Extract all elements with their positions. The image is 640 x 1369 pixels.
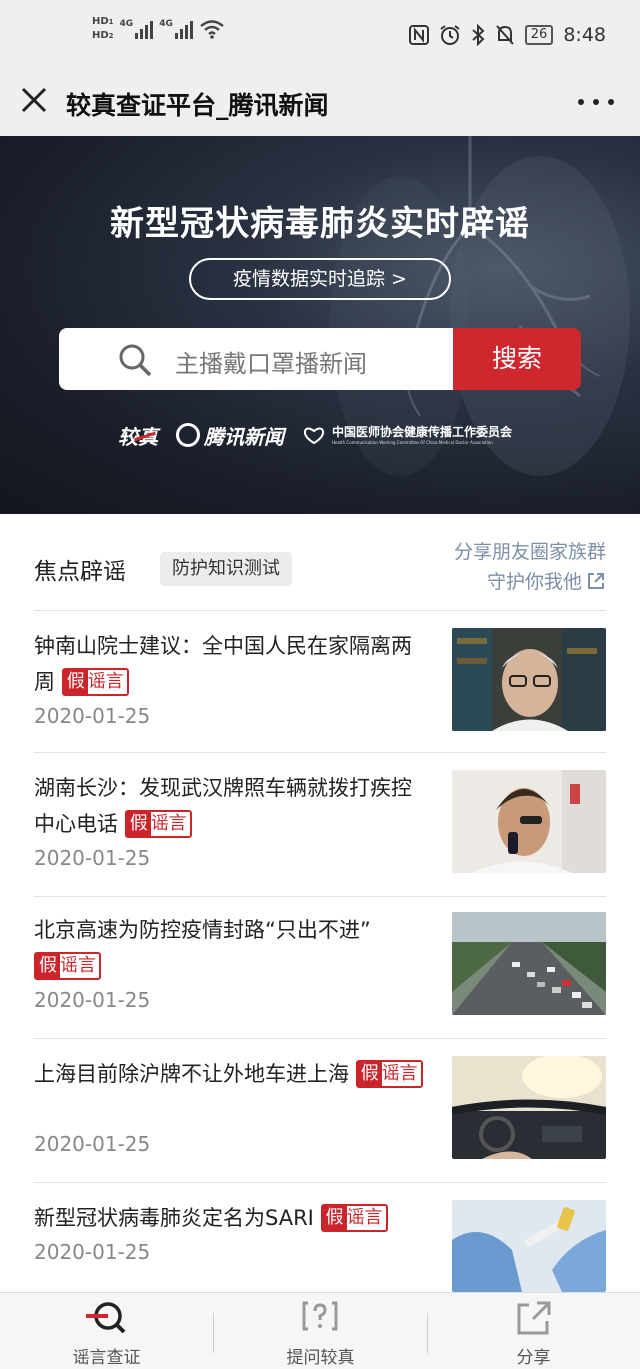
mute-bell-icon	[496, 25, 514, 45]
dot-icon	[593, 99, 599, 105]
rumor-tag: 假谣言	[320, 1204, 388, 1232]
question-bubble-icon	[302, 1301, 338, 1331]
news-item[interactable]: 北京高速为防控疫情封路“只出不进” 假谣言 2020-01-25	[34, 912, 606, 1016]
news-title: 钟南山院士建议：全中国人民在家隔离两周 假谣言	[34, 634, 412, 696]
news-item[interactable]: 新型冠状病毒肺炎定名为SARI 假谣言 2020-01-25	[34, 1200, 606, 1292]
nav-label: 谣言查证	[72, 1348, 141, 1368]
tencent-news-mark-icon	[176, 423, 200, 447]
battery-indicator: 26	[524, 25, 554, 45]
jiaozhen-logo: 较真	[118, 421, 158, 450]
title-bar: 较真查证平台_腾讯新闻	[0, 70, 640, 136]
news-title: 湖南长沙：发现武汉牌照车辆就拨打疾控中心电话 假谣言	[34, 776, 412, 838]
nav-label: 分享	[516, 1348, 551, 1368]
news-date: 2020-01-25	[34, 846, 151, 870]
signal-icon-2: 4G	[159, 19, 193, 39]
divider	[34, 1038, 606, 1039]
doctor-association-logo: 中国医师协会健康传播工作委员会 Health Communication Wor…	[302, 425, 512, 446]
lung-background-image	[330, 136, 630, 476]
news-date: 2020-01-25	[34, 1132, 151, 1156]
nav-share[interactable]: 分享	[427, 1293, 640, 1369]
dot-icon	[608, 99, 614, 105]
news-title: 新型冠状病毒肺炎定名为SARI 假谣言	[34, 1200, 424, 1236]
share-line-2: 守护你我他	[486, 571, 582, 593]
dot-icon	[578, 99, 584, 105]
hd-indicators: HD1 HD2	[92, 16, 114, 42]
divider	[34, 752, 606, 753]
rumor-tag: 假谣言	[124, 810, 192, 838]
news-title: 上海目前除沪牌不让外地车进上海 假谣言	[34, 1056, 424, 1092]
news-thumbnail-image	[452, 628, 606, 731]
news-thumbnail-image	[452, 912, 606, 1015]
partner-logos: 较真 腾讯新闻 中国医师协会健康传播工作委员会 Health Communica…	[118, 418, 512, 452]
status-time: 8:48	[563, 24, 606, 46]
hero-title: 新型冠状病毒肺炎实时辟谣	[110, 204, 530, 244]
rumor-tag: 假谣言	[34, 952, 101, 980]
news-title: 北京高速为防控疫情封路“只出不进” 假谣言	[34, 912, 424, 984]
rumor-tag: 假谣言	[355, 1060, 423, 1088]
association-emblem-icon	[303, 427, 325, 445]
status-bar: HD1 HD2 4G 4G 26 8:48	[0, 0, 640, 70]
external-share-icon	[588, 573, 604, 589]
hd-indicator-1: HD1	[92, 16, 114, 27]
divider	[34, 896, 606, 897]
hd-indicator-2: HD2	[92, 30, 114, 41]
association-name-en: Health Communication Working Committee O…	[332, 439, 493, 445]
wifi-icon	[200, 20, 224, 39]
news-date: 2020-01-25	[34, 988, 151, 1012]
search-icon	[119, 344, 152, 377]
share-line-1: 分享朋友圈家族群	[453, 541, 606, 563]
focus-section-title: 焦点辟谣	[34, 559, 126, 585]
bluetooth-icon	[472, 24, 485, 46]
search-input[interactable]: 主播戴口罩播新闻	[59, 328, 453, 390]
more-options-button[interactable]	[578, 92, 614, 112]
signal-icon-1: 4G	[120, 19, 154, 39]
divider	[34, 610, 606, 611]
news-date: 2020-01-25	[34, 1240, 151, 1264]
page-title: 较真查证平台_腾讯新闻	[66, 91, 329, 120]
news-thumbnail-image	[452, 1200, 606, 1292]
share-icon	[517, 1301, 551, 1335]
status-bar-right: 26 8:48	[408, 24, 606, 46]
news-item[interactable]: 钟南山院士建议：全中国人民在家隔离两周 假谣言 2020-01-25	[34, 628, 606, 732]
hero-banner: 新型冠状病毒肺炎实时辟谣 疫情数据实时追踪 > 主播戴口罩播新闻 搜索 较真 腾…	[0, 136, 640, 514]
status-bar-left: HD1 HD2 4G 4G	[92, 16, 225, 42]
news-item[interactable]: 湖南长沙：发现武汉牌照车辆就拨打疾控中心电话 假谣言 2020-01-25	[34, 770, 606, 874]
data-tracking-button[interactable]: 疫情数据实时追踪 >	[189, 258, 451, 300]
news-thumbnail-image	[452, 770, 606, 873]
nfc-icon	[408, 25, 429, 45]
news-item[interactable]: 上海目前除沪牌不让外地车进上海 假谣言 2020-01-25	[34, 1056, 606, 1160]
news-date: 2020-01-25	[34, 704, 151, 728]
nav-ask[interactable]: 提问较真	[214, 1293, 427, 1369]
protection-quiz-button[interactable]: 防护知识测试	[160, 552, 292, 586]
news-thumbnail-image	[452, 1056, 606, 1159]
nav-label: 提问较真	[286, 1348, 355, 1368]
nav-rumor-check[interactable]: 谣言查证	[0, 1293, 213, 1369]
rumor-check-icon	[86, 1302, 126, 1334]
alarm-icon	[440, 25, 460, 45]
bottom-navigation: 谣言查证 提问较真 分享	[0, 1292, 640, 1369]
divider	[34, 1182, 606, 1183]
share-link[interactable]: 分享朋友圈家族群 守护你我他	[426, 537, 606, 597]
close-icon[interactable]	[18, 84, 50, 116]
tencent-news-logo: 腾讯新闻	[176, 421, 284, 450]
search-placeholder: 主播戴口罩播新闻	[175, 350, 367, 378]
search-button[interactable]: 搜索	[453, 328, 581, 390]
association-name-cn: 中国医师协会健康传播工作委员会	[332, 424, 513, 439]
rumor-tag: 假谣言	[61, 668, 129, 696]
